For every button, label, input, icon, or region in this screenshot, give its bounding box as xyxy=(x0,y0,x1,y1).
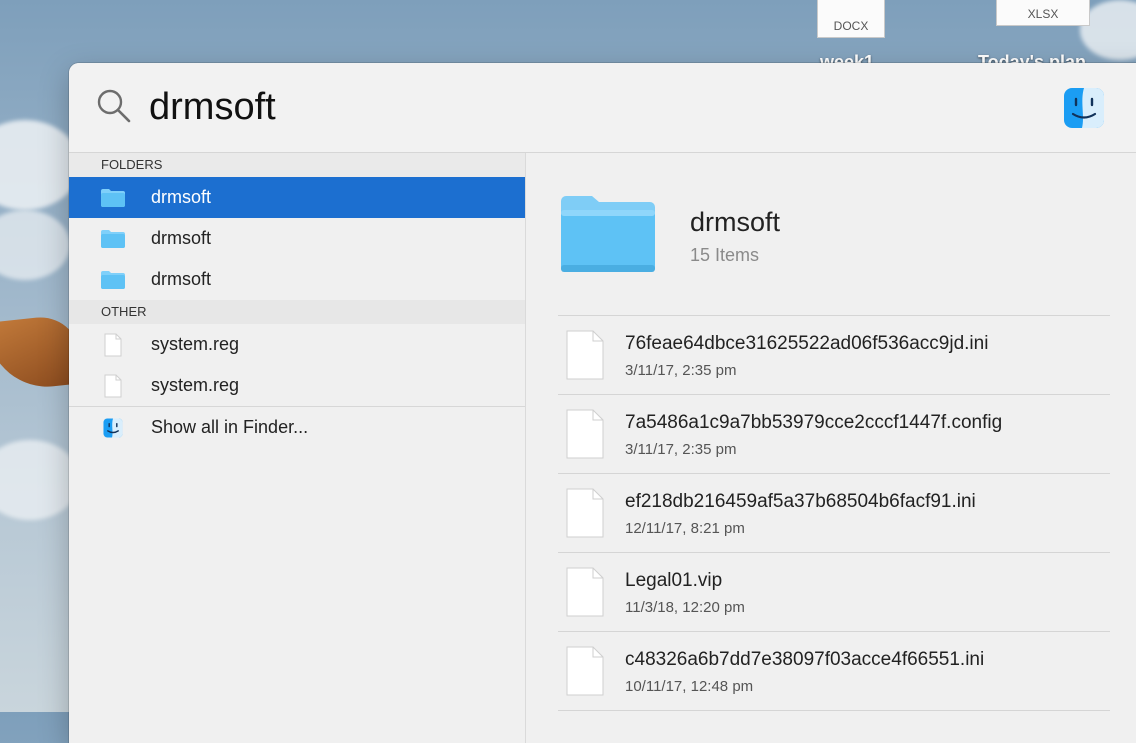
cloud-decoration xyxy=(0,440,80,520)
document-icon xyxy=(101,374,125,398)
desktop-file-docx[interactable]: DOCX xyxy=(817,0,885,38)
result-folder-drmsoft[interactable]: drmsoft xyxy=(69,218,525,259)
search-icon xyxy=(97,89,131,123)
list-item[interactable]: Legal01.vip 11/3/18, 12:20 pm xyxy=(558,553,1110,632)
file-date: 3/11/17, 2:35 pm xyxy=(625,441,737,458)
file-date: 3/11/17, 2:35 pm xyxy=(625,362,737,379)
document-icon xyxy=(566,330,604,380)
document-icon xyxy=(566,409,604,459)
result-label: drmsoft xyxy=(151,187,212,207)
result-file-system-reg[interactable]: system.reg xyxy=(69,365,525,406)
folder-icon xyxy=(101,268,125,292)
search-input[interactable] xyxy=(149,83,1029,131)
list-item[interactable]: 7a5486a1c9a7bb53979cce2cccf1447f.config … xyxy=(558,395,1110,474)
document-icon xyxy=(101,333,125,357)
list-item[interactable]: c48326a6b7dd7e38097f03acce4f66551.ini 10… xyxy=(558,632,1110,711)
result-label: drmsoft xyxy=(151,269,212,289)
file-date: 11/3/18, 12:20 pm xyxy=(625,599,745,616)
show-all-in-finder[interactable]: Show all in Finder... xyxy=(69,407,525,448)
document-icon xyxy=(566,567,604,617)
file-name: Legal01.vip xyxy=(625,570,723,591)
desktop-file-ext: DOCX xyxy=(833,19,869,33)
document-icon xyxy=(566,488,604,538)
result-folder-drmsoft[interactable]: drmsoft xyxy=(69,177,525,218)
file-name: 76feae64dbce31625522ad06f536acc9jd.ini xyxy=(625,333,989,354)
file-date: 12/11/17, 8:21 pm xyxy=(625,520,745,537)
cloud-decoration xyxy=(0,210,70,280)
search-bar xyxy=(69,63,1136,153)
file-name: 7a5486a1c9a7bb53979cce2cccf1447f.config xyxy=(625,412,1003,433)
section-header-other: OTHER xyxy=(69,300,525,324)
folder-icon xyxy=(101,227,125,251)
desktop-file-ext: XLSX xyxy=(1027,7,1059,21)
preview-pane: drmsoft 15 Items 76feae64dbce31625522ad0… xyxy=(526,153,1136,743)
list-item[interactable]: ef218db216459af5a37b68504b6facf91.ini 12… xyxy=(558,474,1110,553)
folder-contents-list: 76feae64dbce31625522ad06f536acc9jd.ini 3… xyxy=(558,315,1110,711)
file-name: ef218db216459af5a37b68504b6facf91.ini xyxy=(625,491,976,512)
result-label: drmsoft xyxy=(151,228,212,248)
result-label: system.reg xyxy=(151,375,240,395)
folder-icon xyxy=(101,186,125,210)
list-item[interactable]: 76feae64dbce31625522ad06f536acc9jd.ini 3… xyxy=(558,316,1110,395)
finder-icon[interactable] xyxy=(1063,87,1105,129)
section-header-folders: FOLDERS xyxy=(69,153,525,177)
spotlight-window: FOLDERS drmsoft drmsoft drmsoft OTHER sy… xyxy=(69,63,1136,743)
finder-icon xyxy=(101,416,125,440)
file-date: 10/11/17, 12:48 pm xyxy=(625,678,754,695)
result-label: Show all in Finder... xyxy=(151,417,309,437)
results-list: FOLDERS drmsoft drmsoft drmsoft OTHER sy… xyxy=(69,153,526,743)
document-icon xyxy=(566,646,604,696)
result-label: system.reg xyxy=(151,334,240,354)
file-name: c48326a6b7dd7e38097f03acce4f66551.ini xyxy=(625,649,985,670)
folder-icon xyxy=(561,196,655,272)
desktop-file-xlsx[interactable]: XLSX xyxy=(996,0,1090,26)
result-file-system-reg[interactable]: system.reg xyxy=(69,324,525,365)
result-folder-drmsoft[interactable]: drmsoft xyxy=(69,259,525,300)
preview-title: drmsoft xyxy=(690,207,781,237)
cloud-decoration xyxy=(0,120,80,210)
preview-item-count: 15 Items xyxy=(690,245,760,265)
